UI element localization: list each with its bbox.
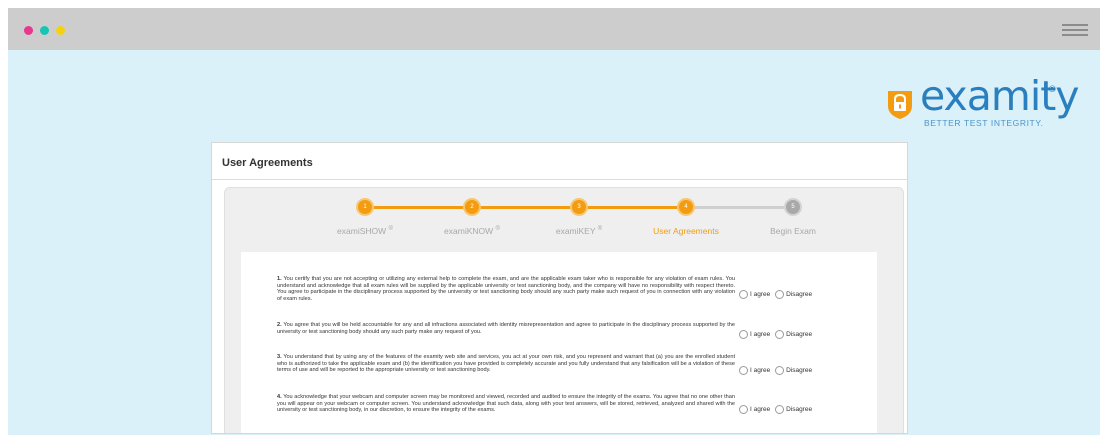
radio-icon[interactable]	[739, 330, 748, 339]
clause-2-choices: I agree Disagree	[739, 330, 815, 339]
agreement-list: 1. You certify that you are not acceptin…	[241, 252, 877, 433]
divider	[212, 179, 907, 180]
agreement-clause-2: 2. You agree that you will be held accou…	[277, 322, 736, 335]
step-3-circle: 3	[570, 198, 588, 216]
registered-mark: ®	[1049, 84, 1056, 94]
clause-3-choices: I agree Disagree	[739, 366, 815, 375]
clause-3-agree-option[interactable]: I agree	[739, 366, 770, 375]
radio-icon[interactable]	[739, 290, 748, 299]
clause-2-disagree-option[interactable]: Disagree	[775, 330, 812, 339]
hamburger-menu-icon[interactable]	[1062, 24, 1088, 36]
progress-track-complete	[365, 206, 685, 209]
panel-title: User Agreements	[222, 157, 313, 169]
progress-track-pending	[685, 206, 793, 209]
step-5-label: Begin Exam	[770, 226, 816, 236]
step-2-label: examiKNOW ®	[444, 226, 500, 236]
clause-1-choices: I agree Disagree	[739, 290, 815, 299]
browser-window: examity ® BETTER TEST INTEGRITY. User Ag…	[8, 8, 1100, 435]
step-5-circle: 5	[784, 198, 802, 216]
close-dot[interactable]	[24, 26, 33, 35]
minimize-dot[interactable]	[40, 26, 49, 35]
clause-1-disagree-option[interactable]: Disagree	[775, 290, 812, 299]
logo-wordmark: examity	[920, 72, 1080, 120]
logo-tagline: BETTER TEST INTEGRITY.	[924, 118, 1044, 128]
shield-lock-icon	[888, 91, 912, 119]
clause-4-disagree-option[interactable]: Disagree	[775, 405, 812, 414]
step-1-label: examiSHOW ®	[337, 226, 393, 236]
agreement-clause-3: 3. You understand that by using any of t…	[277, 354, 735, 374]
user-agreements-panel: User Agreements 1 2 3 4 5 examiSHOW ® ex…	[211, 142, 908, 434]
clause-1-agree-option[interactable]: I agree	[739, 290, 770, 299]
radio-icon[interactable]	[775, 330, 785, 339]
maximize-dot[interactable]	[56, 26, 65, 35]
radio-icon[interactable]	[775, 366, 785, 375]
step-1-circle: 1	[356, 198, 374, 216]
radio-icon[interactable]	[775, 290, 785, 299]
examity-logo: examity ® BETTER TEST INTEGRITY.	[886, 72, 1080, 140]
step-4-circle: 4	[677, 198, 695, 216]
progress-stepper: 1 2 3 4 5 examiSHOW ® examiKNOW ® examiK…	[225, 188, 903, 258]
agreement-clause-1: 1. You certify that you are not acceptin…	[277, 276, 735, 302]
radio-icon[interactable]	[775, 405, 785, 414]
clause-2-agree-option[interactable]: I agree	[739, 330, 770, 339]
clause-4-agree-option[interactable]: I agree	[739, 405, 770, 414]
radio-icon[interactable]	[739, 366, 748, 375]
step-3-label: examiKEY ®	[555, 226, 603, 236]
agreement-clause-4: 4. You acknowledge that your webcam and …	[277, 394, 735, 414]
agreement-container: 1 2 3 4 5 examiSHOW ® examiKNOW ® examiK…	[224, 187, 904, 433]
step-4-label: User Agreements	[653, 226, 719, 236]
step-2-circle: 2	[463, 198, 481, 216]
clause-4-choices: I agree Disagree	[739, 405, 815, 414]
radio-icon[interactable]	[739, 405, 748, 414]
clause-3-disagree-option[interactable]: Disagree	[775, 366, 812, 375]
title-bar	[8, 8, 1100, 50]
